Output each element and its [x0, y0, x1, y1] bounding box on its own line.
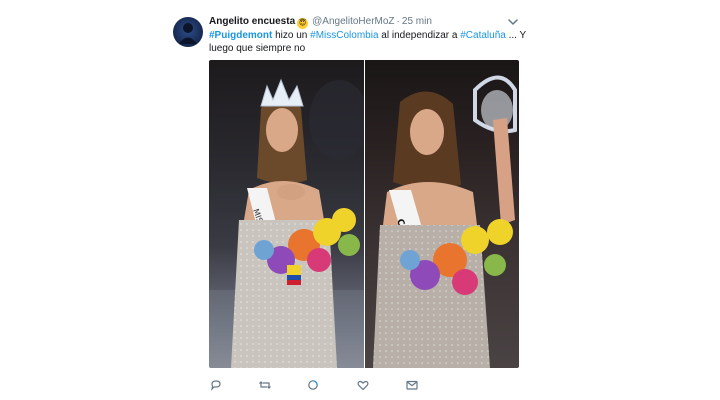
- moments-icon: [308, 380, 318, 390]
- header-separator: ·: [396, 16, 400, 27]
- like-button[interactable]: [356, 378, 370, 392]
- moments-button[interactable]: [306, 378, 320, 392]
- tweet-card[interactable]: Angelito encuesta 😇 @AngelitoHerMoZ · 25 min…: [0, 0, 720, 400]
- photo-crowned-contestant[interactable]: MISS: [209, 60, 364, 368]
- envelope-icon: [406, 380, 418, 390]
- tweet-text-segment: al independizar a: [378, 30, 461, 41]
- tweet-actions: [209, 378, 529, 392]
- heart-icon: [357, 380, 369, 391]
- photo-crown-removed-contestant-image: COLO: [373, 75, 517, 368]
- reply-button[interactable]: [209, 378, 223, 392]
- tweet-header: Angelito encuesta 😇 @AngelitoHerMoZ · 25 min: [209, 14, 432, 30]
- photo-crown-removed-contestant[interactable]: COLO: [365, 60, 519, 368]
- retweet-icon: [259, 381, 271, 389]
- avatar[interactable]: [173, 17, 203, 47]
- tweet-media[interactable]: MISS: [209, 60, 519, 368]
- tweet-text: #Puigdemont hizo un #MissColombia al ind…: [209, 29, 529, 55]
- chevron-down-icon[interactable]: [507, 17, 519, 27]
- reply-icon: [210, 380, 221, 391]
- tweet-text-segment: hizo un: [272, 30, 311, 41]
- hashtag-link[interactable]: #Cataluña: [460, 30, 506, 41]
- photo-crowned-contestant-image: MISS: [209, 78, 364, 368]
- smiling-halo-emoji-icon: 😇: [297, 18, 309, 29]
- author-handle[interactable]: @AngelitoHerMoZ: [312, 16, 394, 27]
- direct-message-button[interactable]: [405, 378, 419, 392]
- avatar-image: [179, 23, 197, 44]
- retweet-button[interactable]: [258, 378, 272, 392]
- author-name[interactable]: Angelito encuesta: [209, 16, 295, 27]
- hashtag-link[interactable]: #MissColombia: [310, 30, 378, 41]
- hashtag-link[interactable]: #Puigdemont: [209, 30, 272, 41]
- tweet-timestamp[interactable]: 25 min: [402, 16, 432, 27]
